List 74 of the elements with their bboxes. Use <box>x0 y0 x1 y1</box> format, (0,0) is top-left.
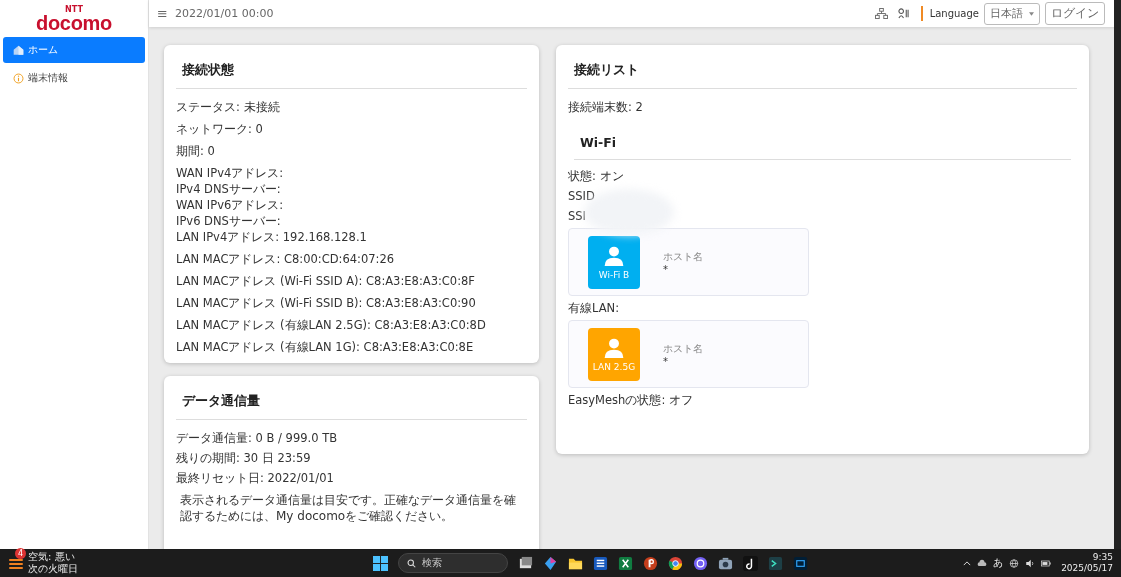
info-text: 接続端末数: 2 <box>568 99 644 115</box>
weather-text: 空気: 悪い <box>28 551 76 563</box>
notification-badge: 4 <box>15 548 26 559</box>
info-text: SSI <box>568 208 587 224</box>
card-title: 接続リスト <box>568 45 1077 89</box>
spreadsheet-app-icon <box>618 555 634 571</box>
home-icon <box>13 44 24 56</box>
info-text: 最終リセット日: 2022/01/01 <box>176 470 335 486</box>
start-icon <box>373 555 389 571</box>
nav-item[interactable]: 端末情報 <box>3 65 145 91</box>
info-text: ステータス: 未接続 <box>176 99 281 115</box>
info-text: WAN IPv4アドレス: <box>176 165 285 181</box>
section-title: Wi-Fi <box>574 115 1071 160</box>
chevron-up-icon <box>963 560 972 566</box>
search-icon <box>407 558 417 568</box>
host-name: * <box>663 355 669 367</box>
image-editor-icon <box>793 555 809 571</box>
language-select[interactable]: 日本語 <box>984 2 1040 25</box>
document-app-icon <box>593 555 609 571</box>
person-icon <box>603 244 625 267</box>
info-text: ネットワーク: 0 <box>176 121 264 137</box>
globe-icon <box>1009 558 1020 568</box>
window-icon <box>518 555 534 571</box>
battery-icon <box>1041 558 1052 568</box>
notice-text: 表示されるデータ通信量は目安です。正確なデータ通信量を確認するためには、My docomoをご確認ください。 <box>180 492 517 524</box>
host-label: ホスト名 <box>663 249 703 264</box>
music-note-icon <box>743 555 759 571</box>
info-text: LAN MACアドレス: C8:00:CD:64:07:26 <box>176 251 396 267</box>
chat-bubble-icon <box>693 555 709 571</box>
weather-text: 次の火曜日 <box>28 563 78 575</box>
clock-time: 9:35 <box>1092 552 1113 563</box>
language-label: Language <box>929 8 979 19</box>
host-name: * <box>663 263 669 275</box>
info-text: IPv4 DNSサーバー: <box>176 181 282 197</box>
info-text: SSID <box>568 188 596 204</box>
cloud-icon <box>977 558 988 568</box>
info-text: 状態: オン <box>568 168 625 184</box>
info-text: WAN IPv6アドレス: <box>176 197 285 213</box>
info-text: データ通信量: 0 B / 999.0 TB <box>176 430 339 446</box>
search-field[interactable]: 検索 <box>398 553 509 573</box>
card-title: 接続状態 <box>176 45 527 89</box>
menu-icon[interactable]: ≡ <box>157 6 168 21</box>
slides-app-icon <box>643 555 659 571</box>
info-text: LAN MACアドレス (有線LAN 2.5G): C8:A3:E8:A3:C0:8D <box>176 317 487 333</box>
browser-icon <box>668 555 684 571</box>
weather-widget[interactable]: 4 空気: 悪い 次の火曜日 <box>8 551 128 575</box>
info-text: LAN MACアドレス (Wi-Fi SSID B): C8:A3:E8:A3:C0:90 <box>176 295 477 311</box>
device-label: Wi-Fi B <box>598 269 630 280</box>
terminal-app-icon <box>768 555 784 571</box>
info-text: 残りの期間: 30 日 23:59 <box>176 450 312 466</box>
input-mode-indicator[interactable]: あ <box>993 556 1004 570</box>
network-icon <box>874 8 888 19</box>
nav-item[interactable]: ホーム <box>3 37 145 63</box>
info-icon <box>13 72 24 84</box>
caret-icon <box>1029 11 1034 16</box>
info-text: 期間: 0 <box>176 143 216 159</box>
date-time: 2022/01/01 00:00 <box>174 7 274 20</box>
device-label: LAN 2.5G <box>592 361 636 372</box>
spark-icon <box>543 555 559 571</box>
scrollbar[interactable] <box>1114 0 1121 549</box>
host-label: ホスト名 <box>663 341 703 356</box>
speaker-icon <box>1025 558 1036 568</box>
card-title: データ通信量 <box>176 376 527 420</box>
info-text: EasyMeshの状態: オフ <box>568 392 694 408</box>
info-text: IPv6 DNSサーバー: <box>176 213 282 229</box>
clock-date: 2025/05/17 <box>1061 563 1113 574</box>
login-button[interactable]: ログイン <box>1045 2 1105 25</box>
info-text: LAN IPv4アドレス: 192.168.128.1 <box>176 229 368 245</box>
info-text: 有線LAN: <box>568 300 620 316</box>
person-icon <box>603 336 625 359</box>
info-text: LAN MACアドレス (Wi-Fi SSID A): C8:A3:E8:A3:C0:8F <box>176 273 476 289</box>
camera-icon <box>718 555 734 571</box>
docomo-logo: NTT docomo <box>36 4 112 33</box>
info-text: LAN MACアドレス (有線LAN 1G): C8:A3:E8:A3:C0:8E <box>176 339 475 355</box>
